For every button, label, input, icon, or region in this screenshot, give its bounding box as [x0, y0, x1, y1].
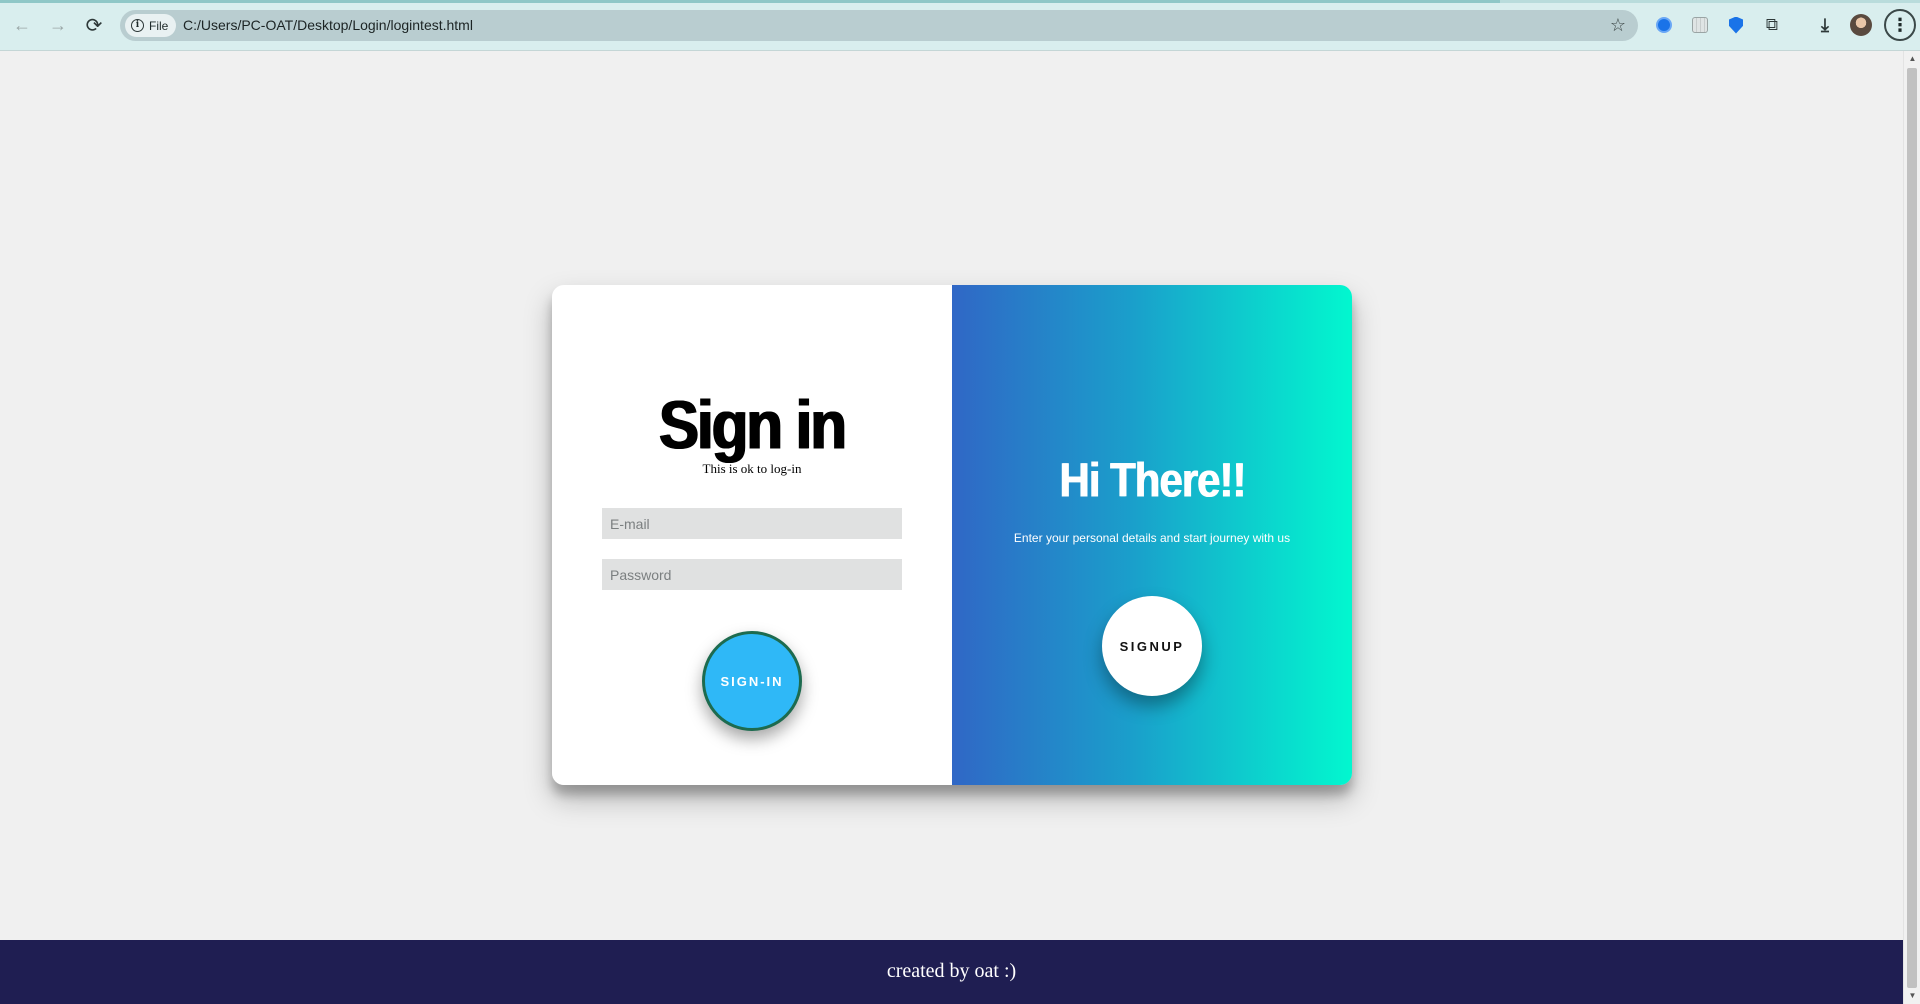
scrollbar-thumb[interactable] [1907, 68, 1917, 988]
site-info-chip[interactable]: i File [125, 14, 177, 37]
bookmark-star-icon[interactable]: ☆ [1610, 14, 1626, 37]
footer: created by oat :) [0, 940, 1903, 1004]
signup-button-label: SIGNUP [1119, 638, 1185, 654]
forward-button[interactable]: → [44, 11, 72, 39]
downloads-button[interactable]: ⤓ [1813, 13, 1837, 37]
site-chip-label: File [149, 18, 169, 33]
reload-button[interactable]: ⟳ [80, 11, 108, 39]
grid-extension-icon [1692, 17, 1708, 33]
signin-subtitle: This is ok to log-in [702, 461, 802, 476]
extension-button[interactable] [1652, 13, 1676, 37]
address-bar[interactable]: i File C:/Users/PC-OAT/Desktop/Login/log… [120, 10, 1638, 41]
avatar [1850, 14, 1872, 36]
back-arrow-icon: ← [13, 14, 31, 35]
forward-arrow-icon: → [49, 14, 67, 35]
profile-button[interactable] [1849, 13, 1873, 37]
back-button[interactable]: ← [8, 11, 36, 39]
reload-icon: ⟳ [85, 14, 103, 37]
scroll-up-arrow-icon[interactable]: ▲ [1904, 51, 1920, 67]
extension-button[interactable] [1724, 13, 1748, 37]
signin-title: Sign in [659, 386, 847, 464]
puzzle-icon: ⧉ [1765, 15, 1779, 34]
signin-button[interactable]: SIGN-IN [702, 631, 802, 731]
browser-toolbar: ← → ⟳ i File C:/Users/PC-OAT/Desktop/Log… [0, 0, 1920, 51]
signin-button-label: SIGN-IN [720, 673, 784, 689]
password-field[interactable] [602, 559, 902, 590]
login-card: Sign in This is ok to log-in SIGN-IN Hi … [552, 285, 1352, 785]
download-icon: ⤓ [1821, 14, 1829, 35]
scroll-down-arrow-icon[interactable]: ▼ [1904, 988, 1920, 1004]
signup-panel: Hi There!! Enter your personal details a… [952, 285, 1352, 785]
signup-button[interactable]: SIGNUP [1102, 596, 1202, 696]
browser-menu-button[interactable]: ⋮ [1884, 9, 1916, 41]
signup-title: Hi There!! [1058, 453, 1246, 508]
extensions-menu-button[interactable]: ⧉ [1760, 13, 1784, 37]
url-text[interactable]: C:/Users/PC-OAT/Desktop/Login/logintest.… [183, 10, 473, 41]
signup-subtitle: Enter your personal details and start jo… [1013, 531, 1291, 545]
blue-circle-extension-icon [1656, 17, 1672, 33]
loading-progress-bar [0, 0, 1500, 3]
vertical-scrollbar[interactable]: ▲ ▼ [1903, 51, 1920, 1004]
footer-credit: created by oat :) [886, 960, 1017, 982]
email-field[interactable] [602, 508, 902, 539]
info-icon: i [131, 19, 144, 32]
extension-button[interactable] [1688, 13, 1712, 37]
signin-panel: Sign in This is ok to log-in SIGN-IN [552, 285, 952, 785]
shield-icon [1729, 16, 1743, 34]
kebab-menu-icon: ⋮ [1891, 14, 1909, 35]
